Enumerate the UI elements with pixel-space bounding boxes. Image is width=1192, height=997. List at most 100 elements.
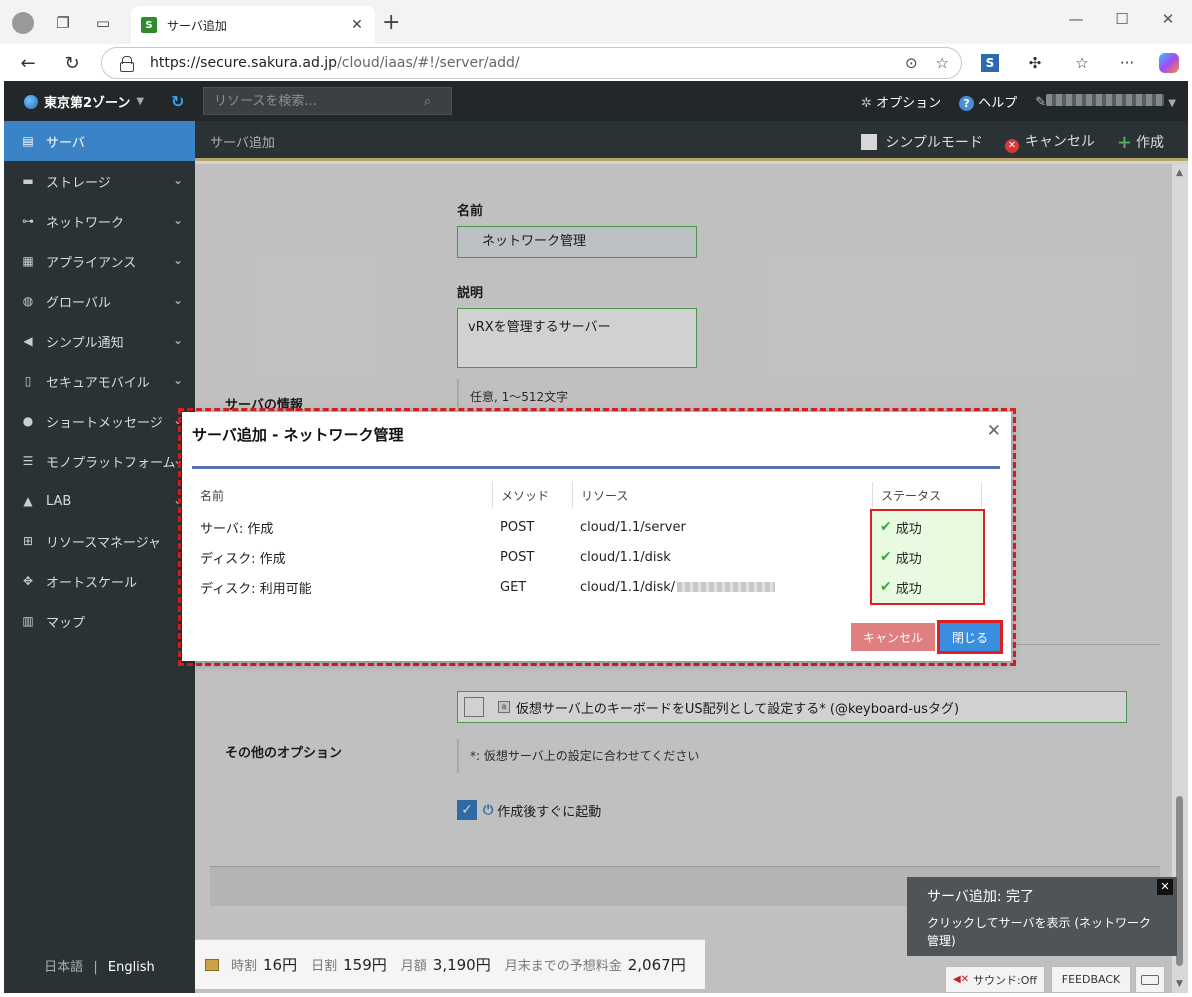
extension-s-icon[interactable]: S bbox=[979, 52, 1001, 74]
zone-selector[interactable]: 東京第2ゾーン ▼ bbox=[24, 92, 144, 111]
sidebar-item-short-message[interactable]: ● ショートメッセージ ⌄ bbox=[4, 401, 195, 441]
map-icon: ▥ bbox=[22, 614, 34, 628]
mobile-icon: ▯ bbox=[24, 374, 32, 388]
simple-mode-checkbox[interactable] bbox=[861, 134, 878, 150]
sidebar-item-global[interactable]: ◍ グローバル ⌄ bbox=[4, 281, 195, 321]
table-row: サーバ: 作成 POST cloud/1.1/server ✔ 成功 bbox=[192, 512, 1000, 542]
sidebar-item-label: オートスケール bbox=[46, 575, 138, 591]
browser-tab[interactable]: S サーバ追加 ✕ bbox=[131, 6, 375, 44]
reload-icon[interactable]: ↻ bbox=[58, 49, 86, 77]
tab-title: サーバ追加 bbox=[167, 18, 227, 33]
status-text: 成功 bbox=[895, 581, 922, 597]
reader-options-icon[interactable]: ⊙ bbox=[905, 54, 918, 72]
sidebar-item-simple-notification[interactable]: ◀ シンプル通知 ⌄ bbox=[4, 321, 195, 361]
sidebar-item-autoscale[interactable]: ✥ オートスケール bbox=[4, 561, 195, 601]
url-field[interactable]: https://secure.sakura.ad.jp/cloud/iaas/#… bbox=[101, 47, 962, 79]
keyboard-shortcuts-button[interactable] bbox=[1135, 966, 1165, 993]
chevron-down-icon: ⌄ bbox=[172, 253, 183, 267]
table-row: ディスク: 利用可能 GET cloud/1.1/disk/ ✔ 成功 bbox=[192, 572, 1000, 602]
new-tab-icon[interactable]: + bbox=[382, 12, 400, 34]
sidebar-item-label: シンプル通知 bbox=[46, 335, 124, 351]
network-icon: ⊶ bbox=[22, 214, 34, 228]
favorite-star-icon[interactable]: ☆ bbox=[936, 54, 949, 72]
cancel-action-label: キャンセル bbox=[1024, 134, 1095, 150]
more-menu-icon[interactable]: ··· bbox=[1116, 52, 1138, 74]
server-add-dialog: サーバ追加 - ネットワーク管理 ✕ 名前 メソッド リソース ステータス サー… bbox=[182, 412, 1011, 661]
resource-search-input[interactable] bbox=[214, 93, 424, 109]
scroll-thumb[interactable] bbox=[1176, 796, 1183, 966]
scroll-down-icon[interactable]: ▼ bbox=[1176, 979, 1183, 989]
simple-mode-label: シンプルモード bbox=[885, 135, 983, 151]
dialog-close-button[interactable]: 閉じる bbox=[940, 623, 1000, 651]
sidebar-item-lab[interactable]: ▲ LAB ⌄ bbox=[4, 481, 195, 521]
job-table: 名前 メソッド リソース ステータス サーバ: 作成 POST cloud/1.… bbox=[192, 482, 1000, 602]
resource-search[interactable]: ⌕ bbox=[203, 87, 452, 115]
sidebar-item-resource-manager[interactable]: ⊞ リソースマネージャ bbox=[4, 521, 195, 561]
create-action[interactable]: + 作成 bbox=[1117, 132, 1164, 153]
lang-ja-link[interactable]: 日本語 bbox=[44, 960, 83, 975]
sidebar-item-server[interactable]: ▤ サーバ bbox=[4, 121, 195, 161]
favorites-list-icon[interactable]: ☆ bbox=[1071, 52, 1093, 74]
tree-icon: ⊞ bbox=[22, 534, 34, 548]
col-method-header: メソッド bbox=[492, 482, 572, 508]
row-status: ✔ 成功 bbox=[872, 572, 982, 602]
daily-value: 159円 bbox=[343, 956, 387, 974]
sidebar-item-network[interactable]: ⊶ ネットワーク ⌄ bbox=[4, 201, 195, 241]
row-status: ✔ 成功 bbox=[872, 512, 982, 542]
globe-icon: ◍ bbox=[22, 294, 34, 308]
minimize-icon[interactable]: — bbox=[1056, 10, 1096, 28]
feedback-button[interactable]: FEEDBACK bbox=[1051, 966, 1131, 993]
option-menu[interactable]: ✲ オプション bbox=[861, 92, 941, 111]
lang-en-link[interactable]: English bbox=[108, 960, 155, 975]
toast-close-icon[interactable]: ✕ bbox=[1157, 879, 1173, 895]
top-bar: 東京第2ゾーン ▼ ↻ ⌕ ✲ オプション ? ヘルプ ✎ ▼ bbox=[4, 81, 1188, 121]
sidebar-item-label: グローバル bbox=[46, 295, 111, 311]
hourly-label: 時割 bbox=[231, 959, 258, 974]
back-icon[interactable]: ← bbox=[14, 49, 42, 77]
row-method: POST bbox=[500, 549, 535, 565]
tab-close-icon[interactable]: ✕ bbox=[347, 15, 367, 35]
sidebar-item-label: アプライアンス bbox=[46, 255, 137, 271]
workspaces-icon[interactable]: ❐ bbox=[50, 10, 76, 36]
sidebar-item-storage[interactable]: ▬ ストレージ ⌄ bbox=[4, 161, 195, 201]
cancel-action[interactable]: ✕ キャンセル bbox=[1004, 131, 1095, 153]
search-icon: ⌕ bbox=[424, 93, 432, 109]
dialog-close-icon[interactable]: ✕ bbox=[987, 421, 1001, 441]
window-close-icon[interactable]: ✕ bbox=[1148, 10, 1188, 28]
completion-toast[interactable]: サーバ追加: 完了 クリックしてサーバを表示 (ネットワーク管理) ✕ bbox=[907, 877, 1177, 956]
tab-actions-icon[interactable]: ▭ bbox=[90, 10, 116, 36]
sidebar-item-appliance[interactable]: ▦ アプライアンス ⌄ bbox=[4, 241, 195, 281]
scroll-up-icon[interactable]: ▲ bbox=[1176, 168, 1183, 178]
profile-icon[interactable] bbox=[10, 10, 36, 36]
help-menu[interactable]: ? ヘルプ bbox=[959, 92, 1017, 111]
sidebar-item-label: サーバ bbox=[46, 135, 85, 151]
address-bar-row: ← ↻ https://secure.sakura.ad.jp/cloud/ia… bbox=[0, 44, 1192, 81]
scrollbar[interactable]: ▲ ▼ bbox=[1172, 164, 1188, 993]
refresh-icon[interactable]: ↻ bbox=[171, 92, 184, 111]
dialog-cancel-button[interactable]: キャンセル bbox=[851, 623, 935, 651]
copilot-icon[interactable] bbox=[1158, 52, 1180, 74]
sidebar-item-secure-mobile[interactable]: ▯ セキュアモバイル ⌄ bbox=[4, 361, 195, 401]
lang-separator: | bbox=[93, 960, 98, 975]
sound-toggle-button[interactable]: ◀✕ サウンド:Off bbox=[945, 966, 1045, 993]
help-icon: ? bbox=[959, 96, 975, 111]
caret-down-icon: ▼ bbox=[136, 96, 145, 107]
estimate-value: 2,067円 bbox=[627, 956, 686, 974]
user-caret-icon: ▼ bbox=[1168, 97, 1176, 109]
row-method: POST bbox=[500, 519, 535, 535]
user-menu[interactable]: ✎ ▼ bbox=[1035, 93, 1176, 110]
maximize-icon[interactable]: ☐ bbox=[1102, 10, 1142, 28]
simple-mode-toggle[interactable]: シンプルモード bbox=[861, 132, 983, 152]
sidebar-item-map[interactable]: ▥ マップ bbox=[4, 601, 195, 641]
cancel-circle-icon: ✕ bbox=[1004, 139, 1019, 153]
col-resource-header: リソース bbox=[572, 482, 872, 508]
sidebar-item-mono-platform[interactable]: ☰ モノプラットフォーム ⌄ bbox=[4, 441, 195, 481]
row-resource: cloud/1.1/disk bbox=[580, 549, 671, 565]
check-icon: ✔ bbox=[880, 549, 892, 565]
sidebar-item-label: マップ bbox=[46, 615, 86, 631]
extensions-puzzle-icon[interactable]: ✣ bbox=[1024, 52, 1046, 74]
resource-id-redacted bbox=[677, 582, 776, 592]
chevron-down-icon: ⌄ bbox=[172, 173, 183, 187]
url-host: https://secure.sakura.ad.jp bbox=[150, 55, 338, 71]
list-icon: ☰ bbox=[22, 454, 34, 468]
